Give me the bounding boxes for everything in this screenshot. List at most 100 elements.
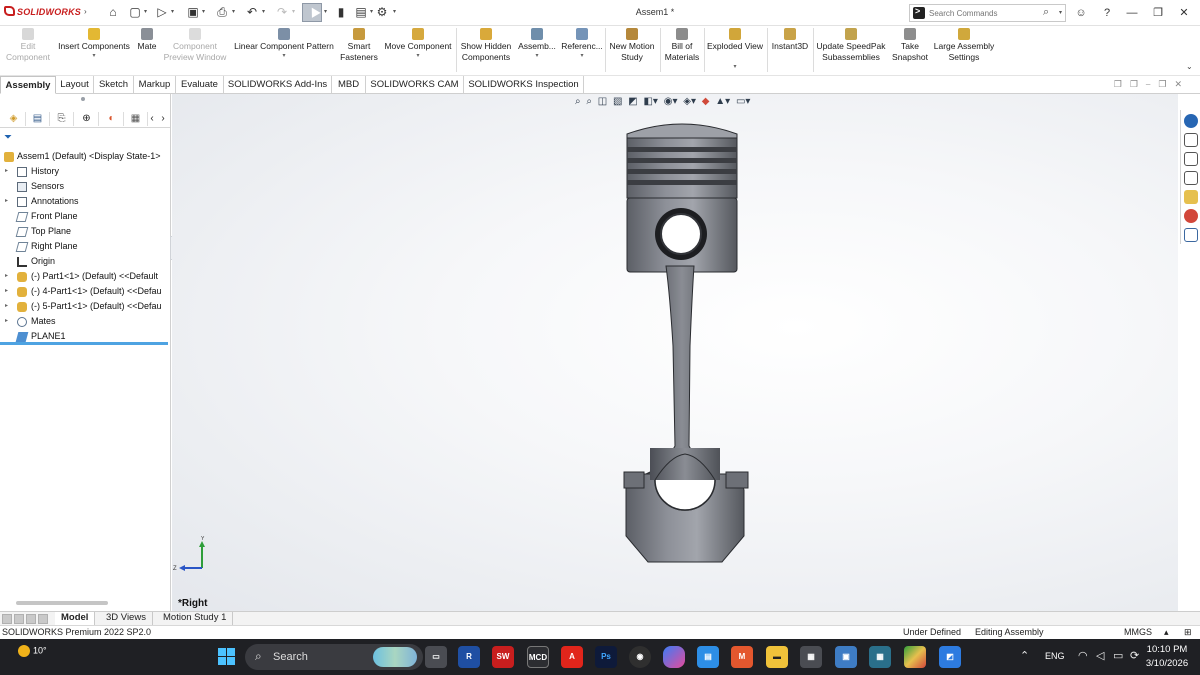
reference-geometry-dropdown-icon[interactable]: ▾: [560, 52, 604, 60]
previous-tab-icon[interactable]: [14, 614, 24, 624]
configurationmanager-tab-icon[interactable]: ⎘: [50, 112, 74, 126]
reference-geometry-button[interactable]: Referenc... ▾: [560, 26, 604, 74]
next-tab-icon[interactable]: [26, 614, 36, 624]
piston-connecting-rod-model[interactable]: [620, 116, 755, 571]
edit-appearance-icon[interactable]: ◆: [702, 96, 710, 107]
media-app-icon[interactable]: ▦: [869, 646, 891, 668]
first-tab-icon[interactable]: [2, 614, 12, 624]
close-icon[interactable]: ✕: [1174, 4, 1194, 22]
select-dropdown-icon[interactable]: ▾: [324, 8, 327, 15]
autocad-app-icon[interactable]: A: [561, 646, 583, 668]
dynamic-annotation-icon[interactable]: ◩: [628, 96, 637, 107]
panel-horizontal-scrollbar[interactable]: [16, 601, 108, 605]
viewport-window-controls[interactable]: ❐❐⎯❐✕: [1114, 79, 1190, 90]
units-dropdown-icon[interactable]: ▴: [1164, 626, 1169, 639]
tab-mbd[interactable]: MBD: [332, 76, 366, 94]
appearances-icon[interactable]: [1184, 209, 1198, 223]
bluestacks-app-icon[interactable]: [904, 646, 926, 668]
tree-item-mates[interactable]: ▸ Mates: [0, 314, 170, 329]
mate-button[interactable]: Mate: [134, 26, 160, 74]
component-preview-window-button[interactable]: Component Preview Window: [162, 26, 228, 74]
edit-component-button[interactable]: Edit Component: [4, 26, 52, 74]
minimize-icon[interactable]: —: [1122, 4, 1142, 22]
undo-dropdown-icon[interactable]: ▾: [262, 8, 265, 15]
file-explorer-app-icon[interactable]: ▬: [766, 646, 788, 668]
tab-layout[interactable]: Layout: [56, 76, 94, 94]
home-icon[interactable]: [1184, 133, 1198, 147]
tab-markup[interactable]: Markup: [134, 76, 176, 94]
search-icon[interactable]: ⌕: [1043, 6, 1049, 19]
undo-icon[interactable]: ↶: [245, 5, 259, 19]
photos-app-icon[interactable]: ▣: [835, 646, 857, 668]
hidden-icons-chevron-icon[interactable]: ⌃: [1020, 649, 1029, 662]
start-button[interactable]: [218, 648, 235, 665]
restore-icon[interactable]: ❐: [1148, 4, 1168, 22]
calculator-app-icon[interactable]: ▦: [800, 646, 822, 668]
section-view-icon[interactable]: ▧: [613, 96, 622, 107]
tree-item-origin[interactable]: Origin: [0, 254, 170, 269]
tree-item-part1[interactable]: ▸ (-) Part1<1> (Default) <<Default: [0, 269, 170, 284]
tab-evaluate[interactable]: Evaluate: [176, 76, 224, 94]
task-view-icon[interactable]: ▭: [425, 646, 447, 668]
weather-widget[interactable]: 10°: [18, 645, 47, 657]
cam-tab-icon[interactable]: ▦: [124, 112, 148, 126]
help-icon[interactable]: ?: [1097, 4, 1117, 22]
exploded-view-button[interactable]: Exploded View ▾: [705, 26, 765, 74]
volume-icon[interactable]: ◁: [1096, 649, 1104, 662]
copilot-app-icon[interactable]: [663, 646, 685, 668]
battery-icon[interactable]: ▭: [1113, 649, 1123, 662]
zoom-to-fit-icon[interactable]: ⌕: [575, 96, 581, 107]
rollback-bar[interactable]: [0, 342, 168, 345]
print-icon[interactable]: ⎙: [215, 5, 229, 19]
options-gear-icon[interactable]: ⚙: [375, 5, 389, 19]
view-orientation-icon[interactable]: ◧▾: [643, 96, 657, 107]
notepad-app-icon[interactable]: ▤: [697, 646, 719, 668]
open-dropdown-icon[interactable]: ▾: [171, 8, 174, 15]
tab-solidworks-cam[interactable]: SOLIDWORKS CAM: [366, 76, 464, 94]
tab-motion-study-1[interactable]: Motion Study 1: [157, 612, 234, 625]
save-icon[interactable]: ▣: [186, 5, 200, 19]
ribbon-collapse-icon[interactable]: ⌄: [1186, 62, 1193, 71]
insert-components-button[interactable]: Insert Components ▾: [56, 26, 132, 74]
tree-item-history[interactable]: ▸ History: [0, 164, 170, 179]
solidworks-logo[interactable]: SOLIDWORKS: [4, 6, 81, 17]
open-icon[interactable]: ▷: [155, 5, 169, 19]
update-speedpak-button[interactable]: Update SpeedPak Subassemblies: [814, 26, 888, 74]
large-assembly-settings-button[interactable]: Large Assembly Settings: [932, 26, 996, 74]
user-account-icon[interactable]: ☺: [1071, 4, 1091, 22]
tree-item-front-plane[interactable]: Front Plane: [0, 209, 170, 224]
show-hidden-components-button[interactable]: Show Hidden Components: [458, 26, 514, 74]
tab-sketch[interactable]: Sketch: [94, 76, 134, 94]
tree-item-sensors[interactable]: Sensors: [0, 179, 170, 194]
graphics-area[interactable]: ⌕ ⌕ ◫ ▧ ◩ ◧▾ ◉▾ ◈▾ ◆ ▲▾ ▭▾ Y Z *Right: [172, 94, 1178, 611]
new-document-icon[interactable]: ▢: [128, 5, 142, 19]
custom-properties-icon[interactable]: [1184, 228, 1198, 242]
redo-dropdown-icon[interactable]: ▾: [292, 8, 295, 15]
tree-item-5-part1[interactable]: ▸ (-) 5-Part1<1> (Default) <<Defau: [0, 299, 170, 314]
mcd-app-icon[interactable]: MCD: [527, 646, 549, 668]
tab-solidworks-add-ins[interactable]: SOLIDWORKS Add-Ins: [224, 76, 332, 94]
display-manager-tab-icon[interactable]: ◐: [100, 112, 124, 126]
propertymanager-tab-icon[interactable]: ▤: [26, 112, 50, 126]
expand-icon[interactable]: ▸: [5, 164, 8, 179]
language-indicator[interactable]: ENG: [1045, 651, 1065, 661]
instant3d-button[interactable]: Instant3D: [768, 26, 812, 74]
tree-item-right-plane[interactable]: Right Plane: [0, 239, 170, 254]
wifi-icon[interactable]: ◠: [1078, 649, 1088, 662]
filter-icon[interactable]: ⏷: [4, 132, 12, 143]
search-dropdown-icon[interactable]: ▾: [1059, 9, 1062, 16]
status-bar-options-icon[interactable]: ⊞: [1184, 626, 1192, 639]
panel-tabs-left-icon[interactable]: ‹: [146, 112, 158, 126]
expand-icon[interactable]: ▸: [5, 284, 8, 299]
sync-icon[interactable]: ⟳: [1130, 649, 1139, 662]
print-dropdown-icon[interactable]: ▾: [232, 8, 235, 15]
options-dropdown-icon[interactable]: ▾: [393, 8, 396, 15]
tab-solidworks-inspection[interactable]: SOLIDWORKS Inspection: [464, 76, 584, 94]
mars-app-icon[interactable]: M: [731, 646, 753, 668]
smart-fasteners-button[interactable]: Smart Fasteners: [338, 26, 380, 74]
panel-tabs-right-icon[interactable]: ›: [158, 112, 168, 126]
expand-icon[interactable]: ▸: [5, 314, 8, 329]
menu-expand-icon[interactable]: ›: [84, 7, 87, 16]
solidworks-app-icon[interactable]: SW: [492, 646, 514, 668]
search-commands-box[interactable]: ⌕ ▾: [909, 4, 1066, 22]
